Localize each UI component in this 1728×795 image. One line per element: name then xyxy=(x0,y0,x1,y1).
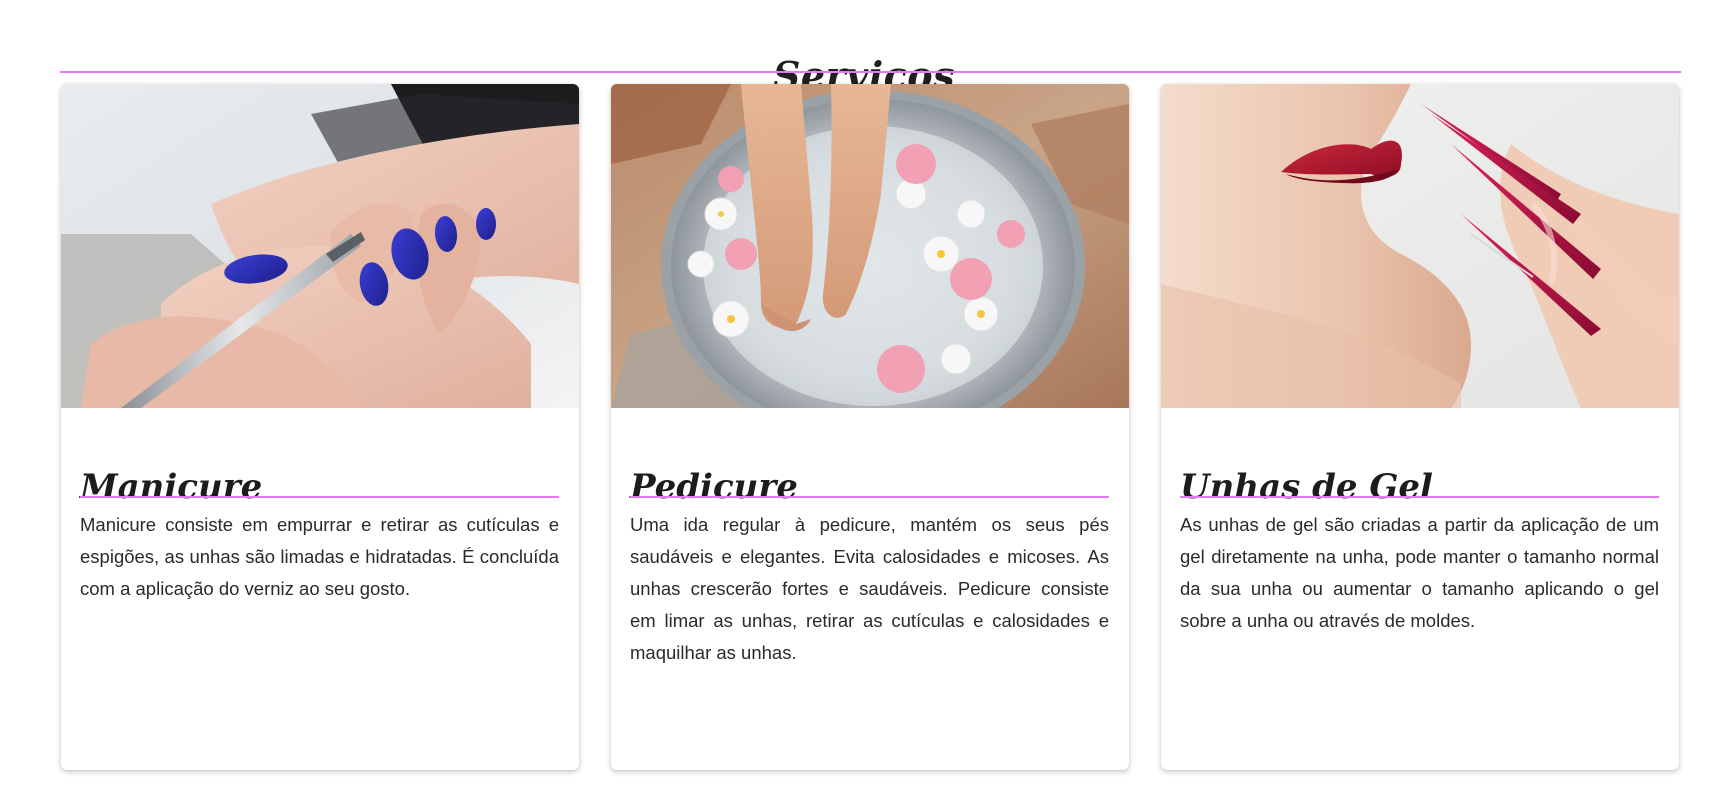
manicure-image xyxy=(61,84,579,408)
service-card-gel-nails: Unhas de Gel As unhas de gel são criadas… xyxy=(1161,84,1679,770)
card-description: As unhas de gel são criadas a partir da … xyxy=(1180,514,1659,631)
card-title: Pedicure xyxy=(630,467,798,507)
card-description: Manicure consiste em empurrar e retirar … xyxy=(80,514,559,599)
service-card-manicure: Manicure Manicure consiste em empurrar e… xyxy=(61,84,579,770)
services-cards: Manicure Manicure consiste em empurrar e… xyxy=(61,84,1681,770)
section-title-divider xyxy=(60,71,1681,73)
card-title-divider xyxy=(630,496,1109,498)
service-card-pedicure: Pedicure Uma ida regular à pedicure, man… xyxy=(611,84,1129,770)
card-title: Manicure xyxy=(80,467,263,507)
pedicure-image xyxy=(611,84,1129,408)
card-description: Uma ida regular à pedicure, mantém os se… xyxy=(630,514,1109,663)
card-title: Unhas de Gel xyxy=(1180,467,1433,507)
card-title-divider xyxy=(80,496,559,498)
gel-nails-image xyxy=(1161,84,1679,408)
card-title-divider xyxy=(1180,496,1659,498)
